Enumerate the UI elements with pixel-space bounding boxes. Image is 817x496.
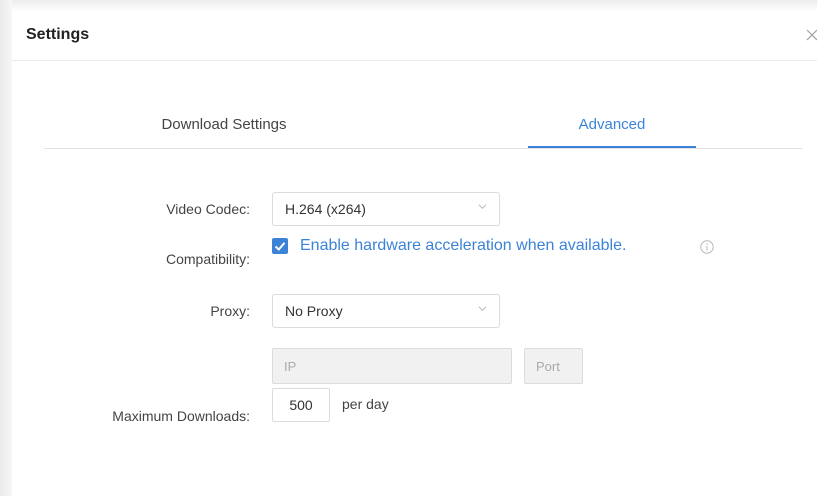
tab-advanced[interactable]: Advanced xyxy=(528,112,696,148)
dialog-title: Settings xyxy=(26,26,90,43)
chevron-down-icon xyxy=(478,204,487,210)
proxy-value: No Proxy xyxy=(285,303,343,319)
max-downloads-input[interactable]: 500 xyxy=(272,388,330,422)
proxy-port-input[interactable]: Port xyxy=(524,348,583,384)
dialog-titlebar: Settings xyxy=(12,12,817,61)
window-shadow-left xyxy=(0,0,12,496)
video-codec-select[interactable]: H.264 (x264) xyxy=(272,192,500,226)
hardware-acceleration-checkbox[interactable] xyxy=(272,238,288,254)
info-icon[interactable] xyxy=(700,240,714,254)
max-downloads-label: Maximum Downloads: xyxy=(112,408,250,424)
chevron-down-icon xyxy=(478,306,487,312)
video-codec-value: H.264 (x264) xyxy=(285,201,366,217)
video-codec-label: Video Codec: xyxy=(166,201,250,217)
proxy-select[interactable]: No Proxy xyxy=(272,294,500,328)
window-shadow-top xyxy=(0,0,817,12)
compatibility-label: Compatibility: xyxy=(165,251,250,267)
proxy-ip-input[interactable]: IP xyxy=(272,348,512,384)
per-day-label: per day xyxy=(342,396,389,412)
settings-tabs: Download Settings Advanced xyxy=(44,112,802,149)
proxy-label: Proxy: xyxy=(210,303,250,319)
checkmark-icon xyxy=(274,242,286,251)
hardware-acceleration-label[interactable]: Enable hardware acceleration when availa… xyxy=(300,237,626,255)
close-icon[interactable] xyxy=(805,22,817,46)
tab-download-settings[interactable]: Download Settings xyxy=(104,112,344,146)
